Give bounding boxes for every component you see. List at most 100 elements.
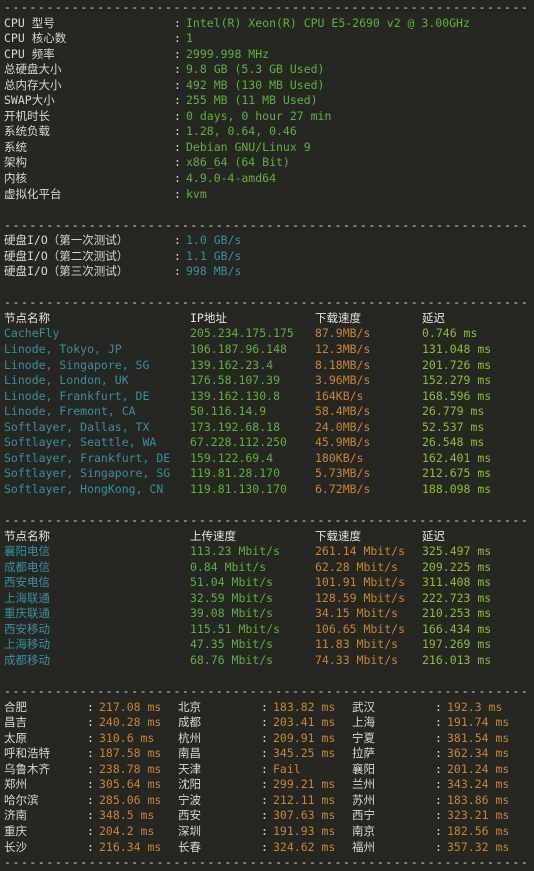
ping-value: 345.25 ms (273, 746, 336, 761)
colon-separator: : (261, 761, 268, 776)
node-name: 重庆联通 (4, 606, 50, 621)
ping-city: 武汉 (352, 699, 375, 714)
colon-separator: : (435, 839, 442, 854)
node-name: 成都电信 (4, 559, 50, 574)
colon-separator: : (261, 792, 268, 807)
disk-io-label: 硬盘I/O（第一次测试） (4, 233, 129, 248)
ping-city: 哈尔滨 (4, 792, 39, 807)
cn-speedtest-row: 西安电信 51.04 Mbit/s 101.91 Mbit/s 311.408 ms (4, 575, 530, 591)
ping-city: 南京 (352, 823, 375, 838)
download-speed: 34.15 Mbit/s (315, 606, 399, 621)
ping-city: 呼和浩特 (4, 746, 50, 761)
system-info-label: 架构 (4, 155, 27, 170)
latency: 212.675 ms (422, 466, 492, 481)
system-info-value: kvm (186, 186, 207, 201)
download-speed: 164KB/s (315, 388, 364, 403)
ping-city: 长沙 (4, 839, 27, 854)
system-info-value: 4.9.0-4-amd64 (186, 171, 277, 186)
colon-separator: : (174, 264, 181, 279)
upload-speed: 39.08 Mbit/s (190, 606, 274, 621)
ping-entry: 太原:310.6 ms (4, 731, 178, 747)
system-info-value: 1.28, 0.64, 0.46 (186, 124, 297, 139)
system-info-label: CPU 核心数 (4, 31, 67, 46)
ping-grid-rows: 合肥:217.08 ms 北京:183.82 ms 武汉:192.3 ms 昌吉:24… (4, 700, 530, 855)
system-info-value: 9.8 GB (5.3 GB Used) (186, 62, 325, 77)
colon-separator: : (174, 46, 181, 61)
ping-value: 192.3 ms (447, 699, 503, 714)
intl-speedtest-row: Softlayer, HongKong, CN 119.81.130.170 6.7… (4, 482, 530, 498)
ping-grid-row: 重庆:204.2 ms 深圳:191.93 ms 南京:182.56 ms (4, 824, 530, 840)
ping-value: 348.5 ms (99, 808, 155, 823)
column-header-download: 下载速度 (315, 528, 361, 543)
ping-entry: 上海:191.74 ms (352, 715, 509, 731)
latency: 197.269 ms (422, 637, 492, 652)
cn-speedtest-row: 上海移动 47.35 Mbit/s 11.83 Mbit/s 197.269 ms (4, 637, 530, 653)
cn-speedtest-row: 成都电信 0.84 Mbit/s 62.28 Mbit/s 209.225 ms (4, 560, 530, 576)
download-speed: 5.73MB/s (315, 466, 371, 481)
system-info-value: x86_64 (64 Bit) (186, 155, 290, 170)
node-ip: 119.81.28.170 (190, 466, 281, 481)
upload-speed: 68.76 Mbit/s (190, 652, 274, 667)
colon-separator: : (261, 823, 268, 838)
disk-io-row: 硬盘I/O（第二次测试）:1.1 GB/s (4, 249, 530, 265)
node-ip: 139.162.23.4 (190, 357, 274, 372)
disk-io-row: 硬盘I/O（第三次测试）:998 MB/s (4, 264, 530, 280)
ping-value: Fail (273, 761, 301, 776)
ping-value: 299.21 ms (273, 777, 336, 792)
latency: 52.537 ms (422, 419, 485, 434)
colon-separator: : (87, 777, 94, 792)
ping-entry: 南昌:345.25 ms (178, 746, 352, 762)
separator-cn-speedtest (4, 513, 530, 529)
node-ip: 205.234.175.175 (190, 326, 294, 341)
ping-city: 南昌 (178, 746, 201, 761)
colon-separator: : (87, 699, 94, 714)
colon-separator: : (435, 823, 442, 838)
ping-city: 太原 (4, 730, 27, 745)
system-info-value: 255 MB (11 MB Used) (186, 93, 318, 108)
latency: 0.746 ms (422, 326, 478, 341)
cn-speedtest-row: 成都移动 68.76 Mbit/s 74.33 Mbit/s 216.013 ms (4, 653, 530, 669)
ping-entry: 深圳:191.93 ms (178, 824, 352, 840)
ping-city: 襄阳 (352, 761, 375, 776)
system-info-label: CPU 频率 (4, 46, 55, 61)
ping-city: 宁夏 (352, 730, 375, 745)
colon-separator: : (261, 777, 268, 792)
download-speed: 3.96MB/s (315, 373, 371, 388)
ping-value: 191.74 ms (447, 715, 510, 730)
colon-separator: : (174, 171, 181, 186)
system-info-block: CPU 型号: Intel(R) Xeon(R) CPU E5-2690 v2 @… (4, 16, 530, 203)
disk-io-row: 硬盘I/O（第一次测试）:1.0 GB/s (4, 233, 530, 249)
colon-separator: : (435, 808, 442, 823)
ping-value: 324.62 ms (273, 839, 336, 854)
latency: 26.779 ms (422, 404, 485, 419)
ping-city: 合肥 (4, 699, 27, 714)
upload-speed: 115.51 Mbit/s (190, 621, 281, 636)
system-info-row: 架构: x86_64 (64 Bit) (4, 155, 530, 171)
separator-diskio (4, 218, 530, 234)
disk-io-value: 1.0 GB/s (186, 233, 242, 248)
ping-city: 福州 (352, 839, 375, 854)
system-info-row: 系统负载:1.28, 0.64, 0.46 (4, 124, 530, 140)
colon-separator: : (261, 730, 268, 745)
ping-value: 362.34 ms (447, 746, 510, 761)
ping-city: 上海 (352, 715, 375, 730)
separator-top (4, 0, 530, 16)
node-name: 西安移动 (4, 621, 50, 636)
cn-speedtest-header: 节点名称 上传速度 下载速度 延迟 (4, 529, 530, 545)
ping-value: 216.34 ms (99, 839, 162, 854)
download-speed: 11.83 Mbit/s (315, 637, 399, 652)
colon-separator: : (261, 746, 268, 761)
ping-entry: 宁波:212.11 ms (178, 793, 352, 809)
ping-value: 212.11 ms (273, 792, 336, 807)
node-ip: 67.228.112.250 (190, 435, 287, 450)
system-info-label: 系统负载 (4, 124, 50, 139)
intl-speedtest-row: Softlayer, Dallas, TX 173.192.68.18 24.0MB… (4, 420, 530, 436)
ping-value: 201.24 ms (447, 761, 510, 776)
ping-city: 兰州 (352, 777, 375, 792)
colon-separator: : (261, 808, 268, 823)
colon-separator: : (261, 699, 268, 714)
node-name: Softlayer, Seattle, WA (4, 435, 157, 450)
system-info-row: CPU 频率:2999.998 MHz (4, 47, 530, 63)
cn-speedtest-row: 重庆联通 39.08 Mbit/s 34.15 Mbit/s 210.253 ms (4, 606, 530, 622)
